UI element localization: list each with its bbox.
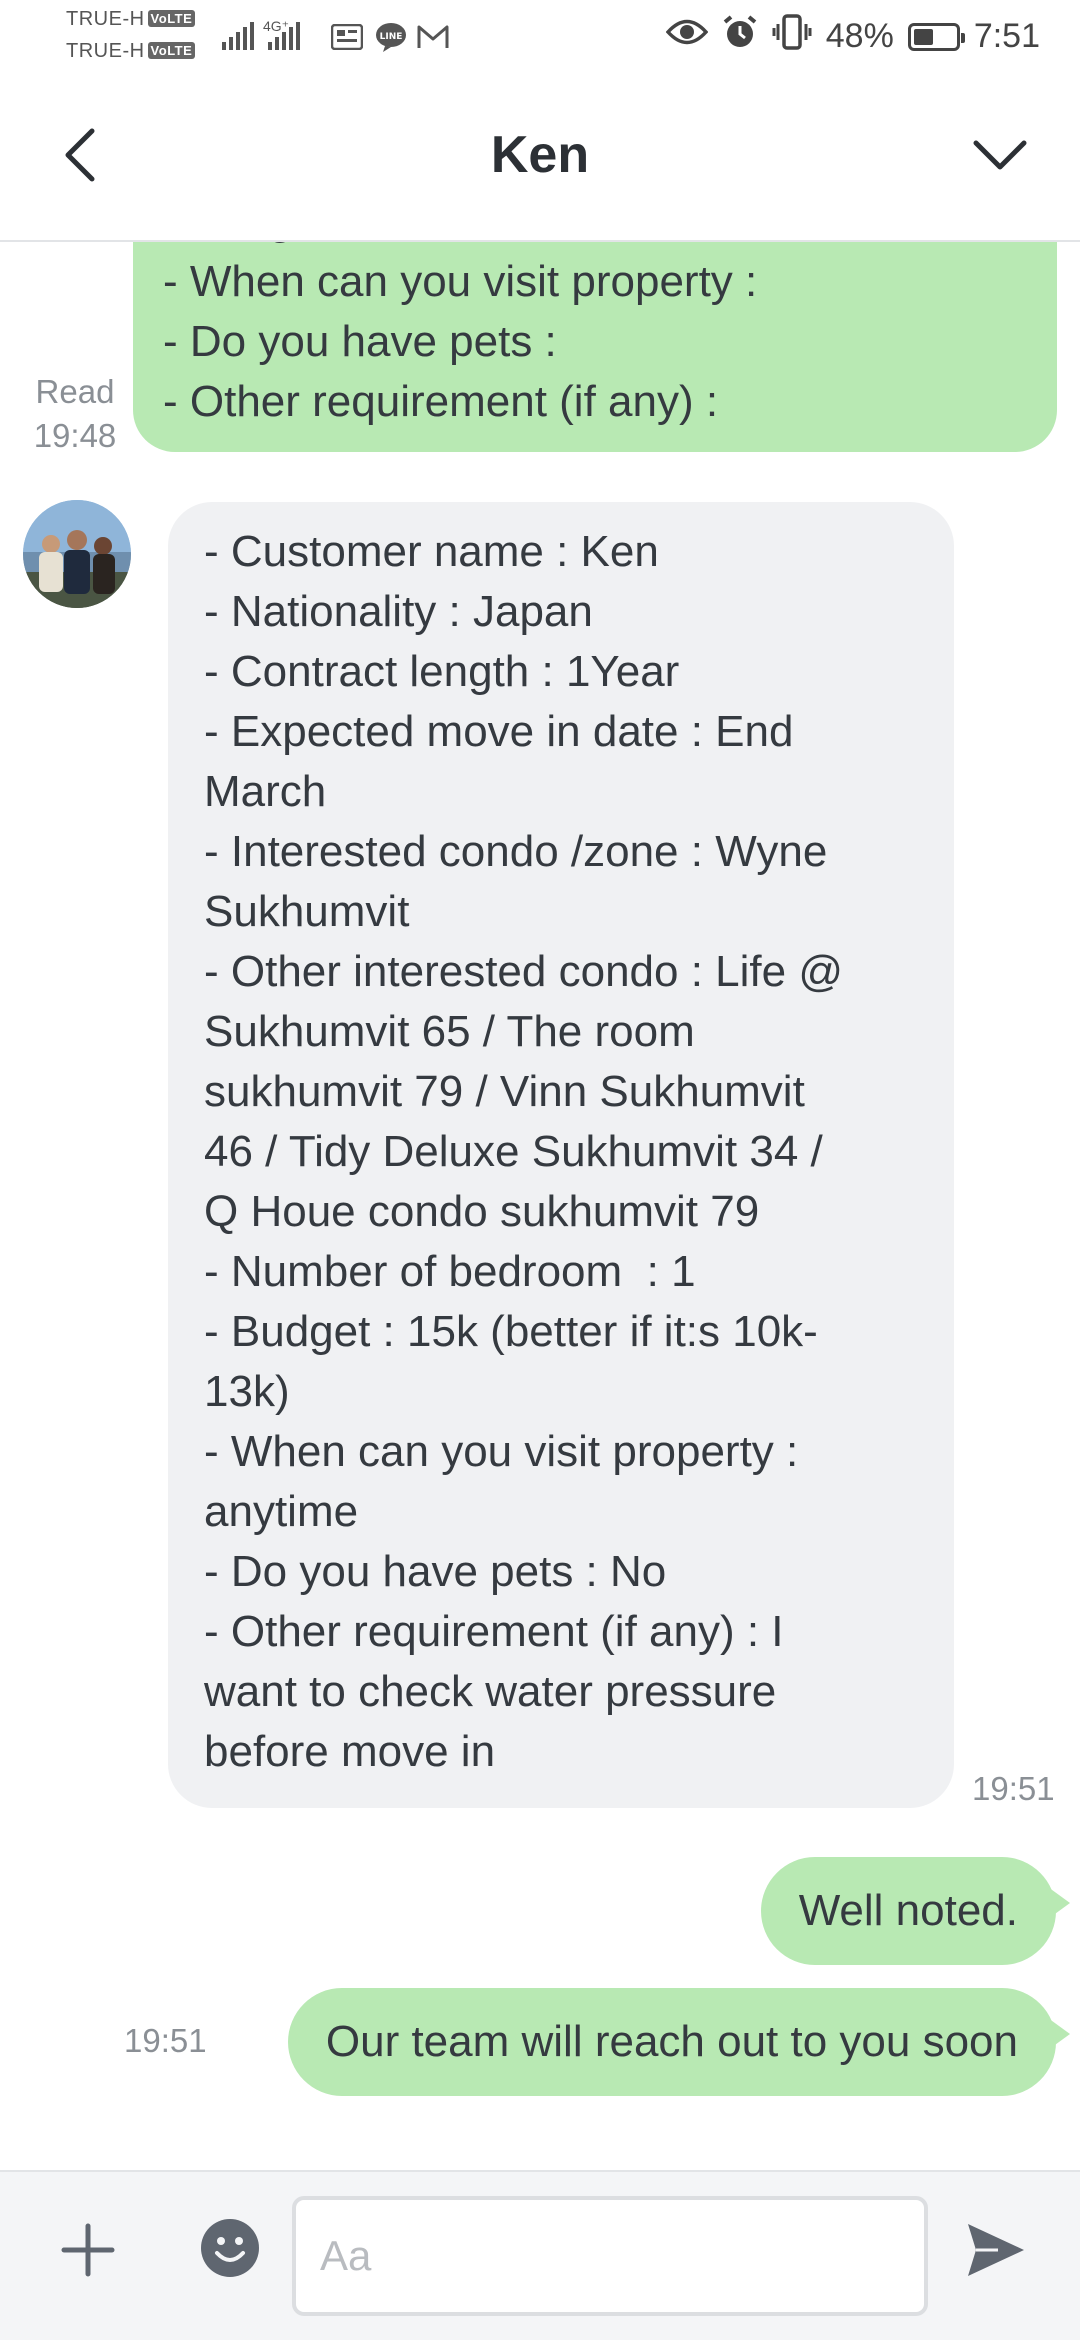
- message-line: anytime: [204, 1487, 359, 1536]
- battery-icon: [907, 22, 965, 51]
- message-text: Well noted.: [798, 1886, 1018, 1935]
- message-line: - Do you have pets :: [163, 317, 557, 366]
- message-text: Our team will reach out to you soon: [325, 2017, 1018, 2066]
- message-line: sukhumvit 79 / Vinn Sukhumvit: [204, 1067, 805, 1116]
- message-line: - When can you visit property :: [204, 1427, 799, 1476]
- message-time: 19:48: [33, 417, 117, 454]
- message-line: - Customer name : Ken: [204, 527, 659, 576]
- send-icon: [968, 2224, 1024, 2276]
- message-line: Q Houe condo sukhumvit 79: [204, 1187, 760, 1236]
- message-input-bar: [0, 2170, 1080, 2340]
- signal-icon: [222, 22, 254, 50]
- message-line: 13k): [204, 1367, 290, 1416]
- eye-icon: [665, 17, 709, 56]
- notification-app-icon: [330, 20, 364, 54]
- message-line: - Number of bedroom : 1: [204, 1247, 696, 1296]
- message-line: want to check water pressure: [204, 1667, 777, 1716]
- attach-button[interactable]: [52, 2214, 124, 2286]
- message-line: March: [204, 767, 327, 816]
- message-line: 46 / Tidy Deluxe Sukhumvit 34 /: [204, 1127, 823, 1176]
- carrier-1-name: TRUE-H: [66, 8, 145, 30]
- volte-badge-2: VoLTE: [147, 42, 196, 59]
- send-button[interactable]: [958, 2212, 1034, 2288]
- message-line: Sukhumvit 65 / The room: [204, 1007, 695, 1056]
- battery-fill: [913, 28, 933, 45]
- message-line: - Other requirement (if any) : I: [204, 1607, 784, 1656]
- status-right-group: 48% 7:51: [665, 14, 1040, 59]
- message-line-cut: - Budget :: [163, 242, 354, 250]
- bubble-tail: [1048, 2018, 1070, 2050]
- message-line: - Interested condo /zone : Wyne: [204, 827, 828, 876]
- vibrate-icon: [772, 14, 812, 59]
- message-line: - Other interested condo : Life @: [204, 947, 843, 996]
- message-line: Sukhumvit: [204, 887, 410, 936]
- message-time: 19:51: [124, 2022, 207, 2059]
- avatar[interactable]: [23, 500, 131, 608]
- message-line: - Budget : 15k (better if it:s 10k-: [204, 1307, 818, 1356]
- message-input[interactable]: [292, 2196, 928, 2316]
- chat-messages[interactable]: - Budget : - When can you visit property…: [0, 242, 1080, 2170]
- outgoing-message-team-reach-out[interactable]: Our team will reach out to you soon: [287, 1988, 1070, 2096]
- gmail-icon: [416, 20, 450, 54]
- chat-title: Ken: [490, 126, 590, 184]
- chat-header: Ken: [0, 75, 1080, 242]
- chat-menu-button[interactable]: [965, 120, 1035, 190]
- emoji-icon: [201, 2219, 259, 2277]
- chevron-down-icon: [973, 140, 1027, 170]
- bubble-tail: [1048, 1887, 1070, 1919]
- message-line: - Nationality : Japan: [204, 587, 593, 636]
- message-line: - Expected move in date : End: [204, 707, 794, 756]
- carrier-2-name: TRUE-H: [66, 40, 145, 62]
- message-line: before move in: [204, 1727, 496, 1776]
- avatar-photo: [23, 500, 131, 608]
- status-bar: TRUE-H VoLTE TRUE-H VoLTE 4G⁺ LINE 48% 7:5…: [0, 0, 1080, 75]
- message-time: 19:51: [972, 1770, 1055, 1807]
- message-line: - When can you visit property :: [163, 257, 758, 306]
- emoji-button[interactable]: [194, 2212, 266, 2284]
- clock: 7:51: [973, 17, 1040, 55]
- outgoing-message-well-noted[interactable]: Well noted.: [760, 1857, 1070, 1965]
- carrier-2: TRUE-H VoLTE: [66, 40, 196, 63]
- alarm-icon: [722, 14, 758, 59]
- read-receipt: Read 19:48: [20, 370, 130, 458]
- read-status: Read: [35, 373, 115, 410]
- line-app-icon: LINE: [374, 20, 408, 54]
- carrier-1: TRUE-H VoLTE: [66, 8, 196, 31]
- message-line: - Contract length : 1Year: [204, 647, 680, 696]
- plus-icon: [61, 2223, 115, 2277]
- message-line: - Other requirement (if any) :: [163, 377, 719, 426]
- volte-badge-1: VoLTE: [147, 10, 196, 27]
- outgoing-message-form[interactable]: - Budget : - When can you visit property…: [133, 242, 1057, 452]
- message-line: - Do you have pets : No: [204, 1547, 667, 1596]
- battery-percent: 48%: [825, 17, 894, 55]
- signal-4g-icon: [268, 22, 300, 50]
- incoming-message-reply[interactable]: - Customer name : Ken - Nationality : Ja…: [168, 502, 954, 1808]
- svg-text:LINE: LINE: [380, 32, 403, 42]
